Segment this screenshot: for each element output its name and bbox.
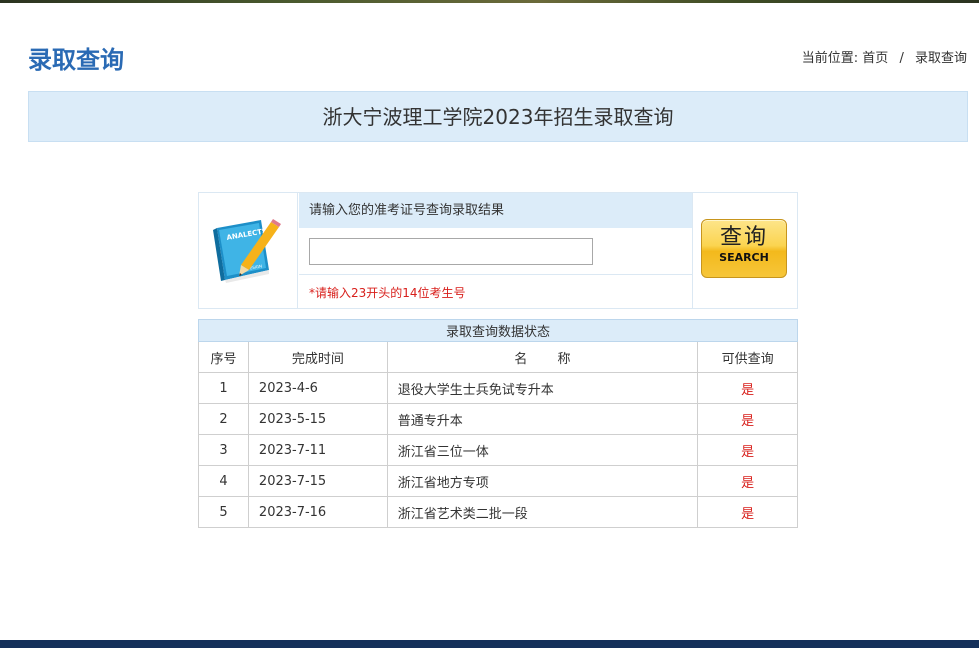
- row-index: 2: [198, 403, 249, 435]
- book-pencil-icon: ANALECTS DESIGN: [213, 219, 281, 283]
- row-name: 浙江省三位一体: [386, 434, 699, 466]
- breadcrumb: 当前位置: 首页 / 录取查询: [802, 47, 967, 66]
- search-button-label-cn: 查询: [719, 225, 768, 250]
- admission-status-table: 录取查询数据状态 序号 完成时间 名称 可供查询 1 2023-4-6 退役大学…: [198, 319, 798, 528]
- breadcrumb-separator: /: [899, 51, 904, 66]
- breadcrumb-prefix: 当前位置:: [801, 51, 859, 66]
- header-name: 名称: [386, 341, 699, 373]
- row-index: 3: [198, 434, 249, 466]
- row-available: 是: [697, 465, 798, 497]
- row-index: 4: [198, 465, 249, 497]
- banner-title: 浙大宁波理工学院2023年招生录取查询: [322, 105, 674, 129]
- row-name: 浙江省艺术类二批一段: [386, 496, 699, 528]
- search-button-cell: 查询 SEARCH: [692, 193, 797, 308]
- row-date: 2023-7-16: [247, 496, 388, 528]
- exam-number-input[interactable]: [309, 238, 593, 265]
- search-button-label-en: SEARCH: [719, 251, 769, 264]
- table-row: 3 2023-7-11 浙江省三位一体 是: [198, 434, 798, 466]
- row-date: 2023-7-15: [247, 465, 388, 497]
- table-row: 1 2023-4-6 退役大学生士兵免试专升本 是: [198, 372, 798, 404]
- top-decorative-strip: [0, 0, 979, 3]
- row-available: 是: [697, 372, 798, 404]
- search-prompt: 请输入您的准考证号查询录取结果: [299, 193, 692, 228]
- input-row: [299, 228, 692, 275]
- table-caption: 录取查询数据状态: [198, 319, 798, 342]
- header-name-a: 名: [514, 351, 528, 367]
- row-available: 是: [697, 434, 798, 466]
- row-available: 是: [697, 496, 798, 528]
- input-hint: *请输入23开头的14位考生号: [309, 286, 466, 300]
- search-button[interactable]: 查询 SEARCH: [701, 219, 787, 278]
- row-index: 5: [198, 496, 249, 528]
- header-available: 可供查询: [697, 341, 798, 373]
- table-header-row: 序号 完成时间 名称 可供查询: [198, 341, 798, 373]
- header-name-b: 称: [557, 351, 571, 367]
- row-name: 退役大学生士兵免试专升本: [386, 372, 699, 404]
- row-available: 是: [697, 403, 798, 435]
- row-index: 1: [198, 372, 249, 404]
- row-name: 浙江省地方专项: [386, 465, 699, 497]
- breadcrumb-home-link[interactable]: 首页: [862, 51, 888, 66]
- page-title: 录取查询: [28, 46, 124, 74]
- table-row: 5 2023-7-16 浙江省艺术类二批一段 是: [198, 496, 798, 528]
- book-illustration: ANALECTS DESIGN: [199, 193, 298, 308]
- row-date: 2023-5-15: [247, 403, 388, 435]
- header-date: 完成时间: [247, 341, 388, 373]
- search-panel: ANALECTS DESIGN 请输入您的准考证号查询录取结果 *请输入23开头…: [198, 192, 798, 309]
- admission-query-banner: 浙大宁波理工学院2023年招生录取查询: [28, 91, 968, 142]
- row-date: 2023-7-11: [247, 434, 388, 466]
- row-date: 2023-4-6: [247, 372, 388, 404]
- table-row: 4 2023-7-15 浙江省地方专项 是: [198, 465, 798, 497]
- header-index: 序号: [198, 341, 249, 373]
- row-name: 普通专升本: [386, 403, 699, 435]
- breadcrumb-current: 录取查询: [914, 51, 967, 66]
- footer-strip: [0, 640, 979, 648]
- table-row: 2 2023-5-15 普通专升本 是: [198, 403, 798, 435]
